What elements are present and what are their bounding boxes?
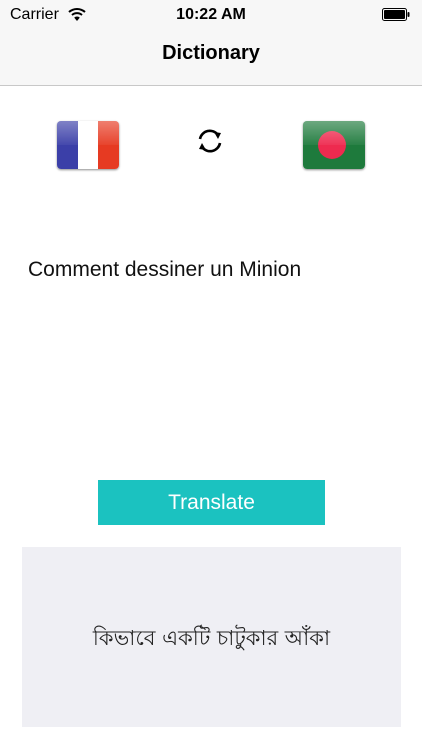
bangladesh-flag-icon[interactable] xyxy=(303,121,365,169)
source-text-input[interactable]: Comment dessiner un Minion xyxy=(28,258,398,282)
page-title: Dictionary xyxy=(162,42,260,64)
navigation-bar: Dictionary xyxy=(0,30,422,86)
translation-result-text: কিভাবে একটি চাটুকার আঁকা xyxy=(92,626,331,650)
clock: 10:22 AM xyxy=(176,6,246,23)
translate-button[interactable]: Translate xyxy=(98,480,325,525)
battery-icon xyxy=(382,8,410,21)
swap-arrows-icon[interactable] xyxy=(193,126,227,156)
status-bar: Carrier 10:22 AM xyxy=(0,0,422,30)
translation-result-panel: কিভাবে একটি চাটুকার আঁকা xyxy=(22,547,401,727)
france-flag-icon[interactable] xyxy=(57,121,119,169)
